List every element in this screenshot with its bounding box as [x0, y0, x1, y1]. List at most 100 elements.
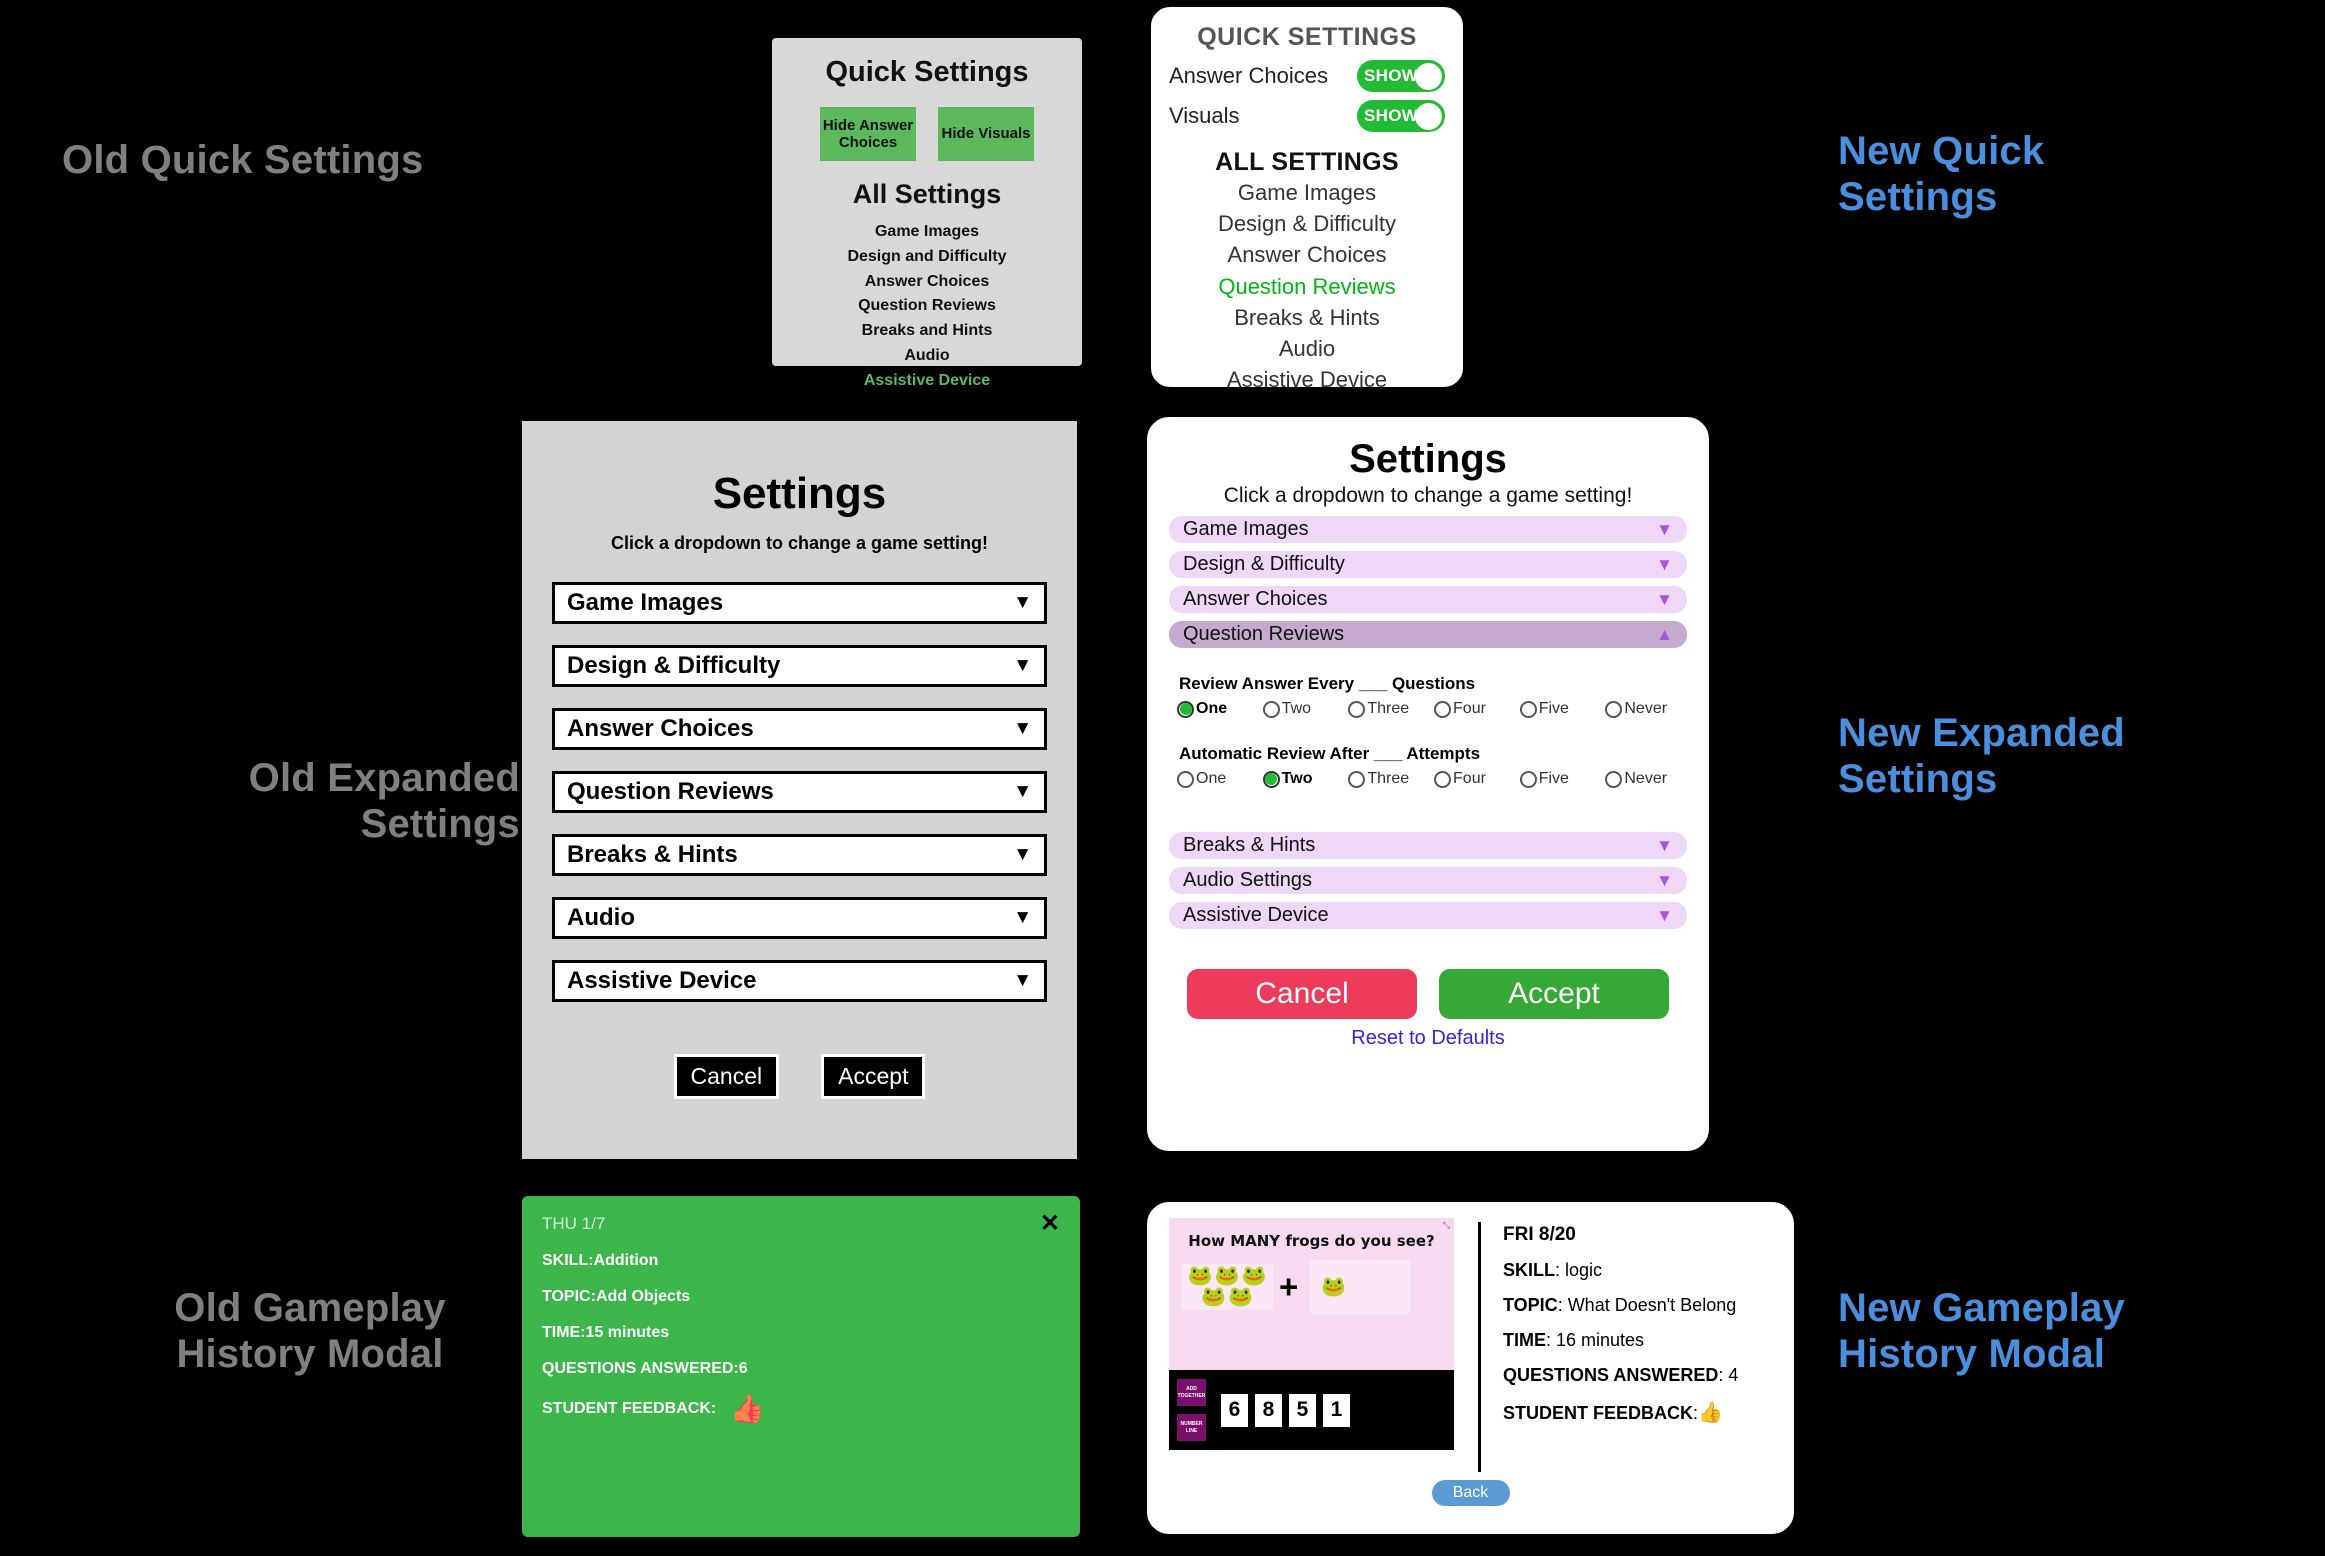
dropdown-label: Question Reviews — [567, 778, 774, 805]
old-dropdown-breaks-hints[interactable]: Breaks & Hints ▼ — [552, 834, 1047, 876]
radio-option-never[interactable]: Never — [1605, 770, 1687, 788]
new-settings-dropdown-list-top: Game Images ▼ Design & Difficulty ▼ Answer C… — [1169, 516, 1687, 648]
old-dropdown-audio[interactable]: Audio ▼ — [552, 897, 1047, 939]
old-quick-item-audio[interactable]: Audio — [784, 344, 1070, 369]
dropdown-label: Answer Choices — [1183, 588, 1328, 610]
new-modal-detail-rows: SKILL: logic TOPIC: What Doesn't Belong TI… — [1503, 1260, 1738, 1425]
gameplay-scene: 🐸 🐸 🐸 🐸 🐸 + 🐸 — [1169, 1260, 1454, 1314]
old-quick-item-assistive-device[interactable]: Assistive Device — [784, 369, 1070, 394]
new-quick-item-assistive-device[interactable]: Assistive Device — [1169, 364, 1445, 395]
radio-group-title: Review Answer Every ___ Questions — [1179, 674, 1476, 693]
old-detail-row: STUDENT FEEDBACK: 👍 — [542, 1394, 1060, 1422]
new-accept-button[interactable]: Accept — [1439, 969, 1669, 1019]
radio-option-label: Never — [1624, 770, 1668, 787]
dropdown-label: Design & Difficulty — [1183, 553, 1345, 575]
frog-group-right: 🐸 — [1310, 1260, 1411, 1314]
old-dropdown-assistive-device[interactable]: Assistive Device ▼ — [552, 960, 1047, 1002]
radio-option-three[interactable]: Three — [1348, 770, 1430, 788]
new-detail-row: SKILL: logic — [1503, 1260, 1738, 1281]
new-dropdown-game-images[interactable]: Game Images ▼ — [1169, 516, 1687, 543]
radio-circle-icon — [1519, 700, 1537, 718]
hide-answer-choices-button[interactable]: Hide Answer Choices — [820, 107, 916, 161]
frog-group-left: 🐸 🐸 🐸 🐸 🐸 — [1181, 1264, 1273, 1310]
answer-tile-8[interactable]: 8 — [1255, 1393, 1282, 1427]
new-dropdown-question-reviews[interactable]: Question Reviews ▲ — [1169, 621, 1687, 648]
new-quick-item-audio[interactable]: Audio — [1169, 333, 1445, 364]
radio-circle-icon — [1434, 770, 1452, 788]
answer-choices-toggle[interactable]: SHOW — [1357, 60, 1445, 92]
old-quick-item-question-reviews[interactable]: Question Reviews — [784, 294, 1070, 319]
answer-tile-5[interactable]: 5 — [1289, 1393, 1316, 1427]
visuals-toggle[interactable]: SHOW — [1357, 100, 1445, 132]
old-dropdown-game-images[interactable]: Game Images ▼ — [552, 582, 1047, 624]
old-dropdown-design-difficulty[interactable]: Design & Difficulty ▼ — [552, 645, 1047, 687]
frog-icon: 🐸 — [1187, 1265, 1213, 1287]
new-quick-settings-panel: QUICK SETTINGS Answer Choices SHOW Visua… — [1148, 4, 1466, 392]
new-modal-detail-panel: FRI 8/20 SKILL: logic TOPIC: What Doesn't… — [1503, 1218, 1738, 1476]
answer-tile-6[interactable]: 6 — [1221, 1393, 1248, 1427]
old-settings-subtitle: Click a dropdown to change a game settin… — [610, 533, 989, 553]
back-button[interactable]: Back — [1431, 1480, 1510, 1506]
radio-group-0: Review Answer Every ___ Questions One Two T… — [1169, 674, 1687, 718]
old-dropdown-answer-choices[interactable]: Answer Choices ▼ — [552, 708, 1047, 750]
old-modal-detail-rows: SKILL: Addition TOPIC: Add Objects TIME: 1… — [542, 1252, 1060, 1423]
tool-button-number-line[interactable]: NUMBER LINE — [1177, 1414, 1206, 1441]
tool-button-add-together[interactable]: ADD TOGETHER — [1177, 1379, 1206, 1406]
old-quick-item-game-images[interactable]: Game Images — [784, 220, 1070, 245]
answer-choices-toggle-state: SHOW — [1364, 66, 1419, 85]
old-settings-button-row: Cancel Accept — [552, 1054, 1047, 1099]
radio-option-two[interactable]: Two — [1262, 700, 1345, 718]
radio-option-three[interactable]: Three — [1348, 700, 1430, 718]
new-quick-item-breaks-hints[interactable]: Breaks & Hints — [1169, 302, 1445, 333]
new-quick-item-game-images[interactable]: Game Images — [1169, 177, 1445, 208]
thumbs-up-icon: 👍 — [1698, 1402, 1723, 1424]
old-dropdown-question-reviews[interactable]: Question Reviews ▼ — [552, 771, 1047, 813]
dropdown-label: Question Reviews — [1183, 623, 1345, 645]
toggle-label-answer-choices: Answer Choices — [1169, 63, 1328, 88]
detail-value: Addition — [593, 1252, 659, 1269]
new-quick-item-design-difficulty[interactable]: Design & Difficulty — [1169, 208, 1445, 239]
resize-icon[interactable]: ⤡ — [1443, 1221, 1450, 1230]
detail-key: SKILL: — [542, 1252, 594, 1269]
radio-circle-icon — [1262, 770, 1280, 788]
new-dropdown-audio-settings[interactable]: Audio Settings ▼ — [1169, 867, 1687, 894]
chevron-down-icon: ▼ — [1656, 590, 1673, 609]
new-quick-item-question-reviews[interactable]: Question Reviews — [1169, 271, 1445, 302]
detail-key: QUESTIONS ANSWERED — [1503, 1365, 1719, 1385]
new-settings-title: Settings — [1349, 437, 1507, 481]
vertical-divider — [1478, 1222, 1481, 1472]
old-quick-title: Quick Settings — [825, 56, 1029, 88]
answer-tile-1[interactable]: 1 — [1323, 1393, 1350, 1427]
radio-option-five[interactable]: Five — [1519, 700, 1602, 718]
new-cancel-button[interactable]: Cancel — [1187, 969, 1417, 1019]
old-quick-item-design-and-difficulty[interactable]: Design and Difficulty — [784, 245, 1070, 270]
new-modal-body: ⤡ How MANY frogs do you see? 🐸 🐸 🐸 🐸 🐸 + 🐸 A… — [1169, 1218, 1772, 1476]
radio-option-one[interactable]: One — [1177, 700, 1259, 718]
detail-key: SKILL — [1503, 1260, 1555, 1280]
old-cancel-button[interactable]: Cancel — [673, 1054, 780, 1099]
close-icon[interactable]: ✕ — [1040, 1211, 1060, 1235]
frog-icon: 🐸 — [1241, 1265, 1267, 1287]
new-quick-item-answer-choices[interactable]: Answer Choices — [1169, 239, 1445, 270]
radio-option-row: One Two Three Four Five Never — [1177, 700, 1687, 718]
chevron-down-icon: ▼ — [1013, 844, 1032, 865]
reset-to-defaults-link[interactable]: Reset to Defaults — [1169, 1027, 1687, 1050]
old-quick-item-breaks-and-hints[interactable]: Breaks and Hints — [784, 319, 1070, 344]
radio-option-four[interactable]: Four — [1434, 770, 1516, 788]
old-accept-button[interactable]: Accept — [821, 1054, 926, 1099]
new-detail-row: STUDENT FEEDBACK:👍 — [1503, 1400, 1738, 1425]
new-dropdown-answer-choices[interactable]: Answer Choices ▼ — [1169, 586, 1687, 613]
detail-key: STUDENT FEEDBACK — [1503, 1403, 1694, 1423]
radio-option-one[interactable]: One — [1177, 770, 1259, 788]
new-dropdown-design-difficulty[interactable]: Design & Difficulty ▼ — [1169, 551, 1687, 578]
old-quick-all-settings-title: All Settings — [852, 179, 1002, 209]
radio-option-never[interactable]: Never — [1605, 700, 1687, 718]
old-quick-item-answer-choices[interactable]: Answer Choices — [784, 270, 1070, 295]
new-dropdown-assistive-device[interactable]: Assistive Device ▼ — [1169, 902, 1687, 929]
new-detail-row: QUESTIONS ANSWERED: 4 — [1503, 1365, 1738, 1386]
radio-option-four[interactable]: Four — [1434, 700, 1516, 718]
new-dropdown-breaks-hints[interactable]: Breaks & Hints ▼ — [1169, 832, 1687, 859]
radio-option-two[interactable]: Two — [1262, 770, 1345, 788]
hide-visuals-button[interactable]: Hide Visuals — [938, 107, 1034, 161]
radio-option-five[interactable]: Five — [1519, 770, 1602, 788]
